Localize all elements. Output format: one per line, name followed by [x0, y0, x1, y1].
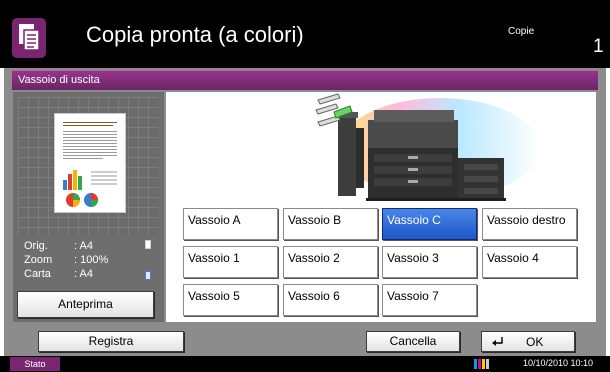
- orig-label: Orig.: [24, 240, 48, 252]
- tray-button-5[interactable]: Vassoio 5: [183, 284, 278, 316]
- register-button-label: Registra: [88, 334, 134, 348]
- zoom-value: : 100%: [74, 254, 109, 266]
- section-title: Vassoio di uscita: [18, 74, 100, 86]
- preview-button[interactable]: Anteprima: [17, 291, 154, 318]
- tray-button-c[interactable]: Vassoio C: [382, 208, 477, 240]
- cancel-button-label: Cancella: [389, 334, 437, 348]
- tray-button-3[interactable]: Vassoio 3: [382, 246, 477, 278]
- tray-button-label: Vassoio 6: [288, 289, 340, 303]
- ok-button-label: OK: [526, 335, 544, 349]
- tray-button-label: Vassoio 3: [387, 251, 439, 265]
- document-thumbnail: [54, 113, 126, 213]
- tray-button-1[interactable]: Vassoio 1: [183, 246, 278, 278]
- paper-info: Carta : A4: [24, 268, 134, 280]
- header-bar: Copia pronta (a colori) Copie 1: [0, 0, 610, 68]
- ok-button[interactable]: OK: [481, 331, 575, 352]
- tray-button-a[interactable]: Vassoio A: [183, 208, 278, 240]
- enter-icon: [492, 337, 503, 346]
- copies-count: 1: [593, 36, 604, 57]
- toner-level-icon: [474, 359, 489, 369]
- paper-label: Carta: [24, 268, 51, 280]
- orig-value: : A4: [74, 240, 93, 252]
- tray-button-4[interactable]: Vassoio 4: [482, 246, 577, 278]
- tray-button-b[interactable]: Vassoio B: [283, 208, 378, 240]
- copy-icon: [12, 18, 46, 58]
- thumbnail-graphics: [63, 170, 117, 207]
- status-button[interactable]: Stato: [10, 357, 60, 371]
- date-time: 10/10/2010 10:10: [523, 358, 594, 368]
- copies-label: Copie: [508, 26, 535, 37]
- tray-button-7[interactable]: Vassoio 7: [382, 284, 477, 316]
- tray-button-label: Vassoio 2: [288, 251, 340, 265]
- tray-button-label: Vassoio 1: [188, 251, 240, 265]
- tray-button-label: Vassoio A: [188, 213, 241, 227]
- tray-button-6[interactable]: Vassoio 6: [283, 284, 378, 316]
- register-button[interactable]: Registra: [38, 331, 184, 352]
- screen-title: Copia pronta (a colori): [86, 22, 304, 47]
- original-document-icon: [145, 240, 151, 249]
- tray-button-label: Vassoio B: [288, 213, 342, 227]
- original-size-info: Orig. : A4: [24, 240, 134, 252]
- tray-button-2[interactable]: Vassoio 2: [283, 246, 378, 278]
- status-bar: Stato 10/10/2010 10:10: [0, 356, 610, 372]
- printer-with-finisher-illustration: [315, 93, 540, 201]
- tray-button-label: Vassoio 4: [487, 251, 539, 265]
- section-title-bar: Vassoio di uscita: [12, 70, 598, 90]
- cancel-button[interactable]: Cancella: [366, 331, 460, 352]
- tray-button-label: Vassoio C: [387, 213, 441, 227]
- preview-button-label: Anteprima: [58, 297, 113, 311]
- tray-button-label: Vassoio destro: [487, 213, 566, 227]
- tray-button-label: Vassoio 7: [387, 289, 439, 303]
- paper-document-icon: [145, 271, 151, 280]
- paper-value: : A4: [74, 268, 93, 280]
- tray-button-label: Vassoio 5: [188, 289, 240, 303]
- zoom-label: Zoom: [24, 254, 53, 266]
- zoom-info: Zoom : 100%: [24, 254, 134, 266]
- tray-button-right[interactable]: Vassoio destro: [482, 208, 577, 240]
